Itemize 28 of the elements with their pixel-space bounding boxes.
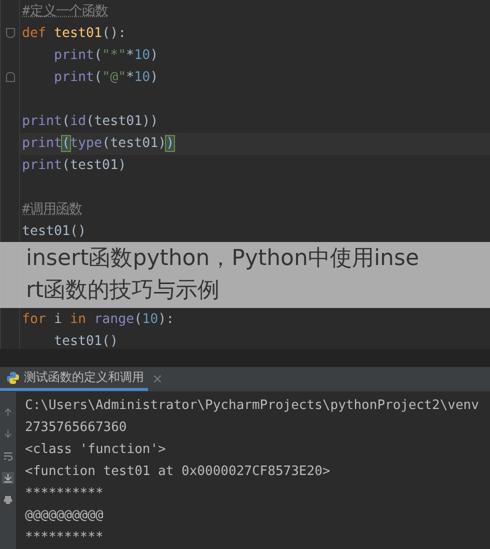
code-line: test01(): [53, 334, 118, 349]
soft-wrap-icon[interactable]: [2, 450, 14, 462]
fold-marker-icon[interactable]: [6, 72, 14, 82]
console-output-line: @@@@@@@@@@: [25, 507, 104, 525]
console-output-line: <function test01 at 0x0000027CF8573E20>: [25, 463, 332, 481]
console-output-line: <class 'function'>: [25, 441, 167, 459]
down-arrow-icon[interactable]: [2, 428, 14, 440]
code-line: print("@"*10): [53, 70, 158, 85]
python-logo-icon: [6, 370, 20, 385]
console-output-line: **********: [25, 485, 104, 503]
caption-banner: insert函数python，Python中使用inse rt函数的技巧与示例: [0, 242, 490, 308]
scroll-to-end-icon[interactable]: [2, 472, 14, 484]
code-line: def test01():: [22, 26, 126, 41]
console-output-line: C:\Users\Administrator\PycharmProjects\pythonProject2\venv: [25, 397, 479, 415]
panel-splitter[interactable]: [0, 349, 490, 368]
code-line: #定义一个函数: [22, 4, 108, 19]
code-line: for i in range(10):: [22, 312, 174, 327]
code-line: print("*"*10): [53, 48, 158, 63]
code-line: print(id(test01)): [22, 114, 158, 129]
console-output-line: **********: [25, 529, 104, 547]
printer-icon[interactable]: [2, 494, 14, 506]
fold-marker-icon[interactable]: [6, 28, 14, 38]
code-line: print(type(test01)): [22, 136, 174, 151]
code-line: #调用函数: [22, 202, 82, 217]
up-arrow-icon[interactable]: [2, 406, 14, 418]
code-line: test01(): [22, 224, 86, 239]
code-line: print(test01): [22, 158, 126, 173]
console-output-line: 2735765667360: [25, 419, 128, 437]
